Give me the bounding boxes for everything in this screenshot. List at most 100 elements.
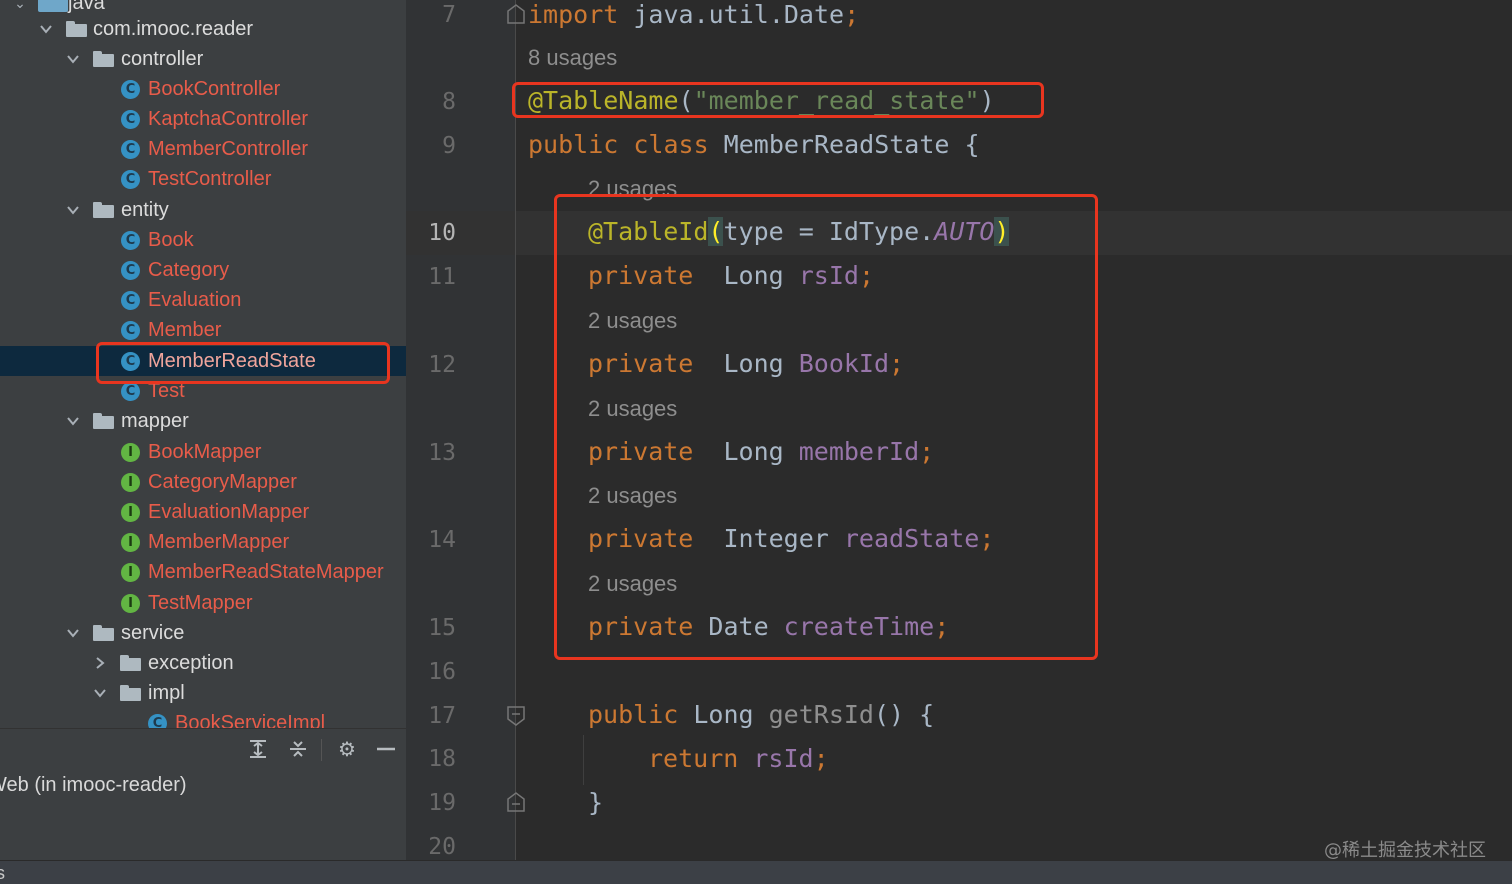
fold-marker-icon[interactable] [507, 706, 525, 726]
tree-item-interface[interactable]: I BookMapper [0, 437, 406, 467]
code-line-13: private Long memberId; [588, 437, 934, 466]
line-number: 10 [428, 220, 456, 246]
code-text: type = IdType. [723, 217, 935, 246]
line-number: 17 [428, 703, 456, 729]
tree-item-label: Evaluation [148, 288, 242, 311]
usages-hint[interactable]: 2 usages [588, 571, 677, 597]
package-folder-icon [93, 202, 114, 218]
run-config-label[interactable]: Web (in imooc-reader) [0, 774, 187, 797]
field-name: rsId [798, 261, 859, 290]
expand-all-icon[interactable] [246, 737, 270, 761]
tree-item-label: entity [121, 198, 169, 221]
enum-constant: AUTO [934, 217, 995, 246]
usages-hint[interactable]: 2 usages [588, 176, 677, 202]
chevron-down-icon[interactable] [65, 413, 81, 429]
tree-item-class[interactable]: C BookController [0, 74, 406, 104]
tree-item-class[interactable]: C Category [0, 255, 406, 285]
tree-item-class-selected[interactable]: C MemberReadState [0, 346, 406, 376]
usages-hint[interactable]: 2 usages [588, 308, 677, 334]
tree-item-interface[interactable]: I EvaluationMapper [0, 497, 406, 527]
fold-marker-icon[interactable] [507, 4, 525, 24]
tree-item-class[interactable]: C Book [0, 225, 406, 255]
tree-item-package[interactable]: com.imooc.reader [0, 14, 406, 44]
line-number: 9 [442, 133, 456, 159]
class-icon: C [121, 109, 140, 129]
code-line-9: public class MemberReadState { [528, 130, 980, 159]
code-line-19: } [588, 788, 603, 817]
class-icon: C [148, 713, 167, 728]
tree-item-label: service [121, 621, 185, 644]
line-number: 14 [428, 527, 456, 553]
collapse-all-icon[interactable] [286, 737, 310, 761]
tree-item-label: CategoryMapper [148, 470, 297, 493]
tree-item-label: controller [121, 47, 204, 70]
type-name: Long [678, 700, 769, 729]
line-number: 13 [428, 440, 456, 466]
tree-item-package[interactable]: service [0, 618, 406, 648]
tree-item-label: MemberReadStateMapper [148, 560, 384, 583]
tree-item-interface[interactable]: I MemberMapper [0, 527, 406, 557]
class-icon: C [121, 290, 140, 310]
class-icon: C [121, 230, 140, 250]
tree-item-label: Book [148, 228, 194, 251]
watermark: @稀土掘金技术社区 [1324, 840, 1486, 861]
minimize-icon[interactable] [374, 737, 398, 761]
usages-hint[interactable]: 2 usages [588, 483, 677, 509]
tree-item-class[interactable]: C BookServiceImpl [0, 708, 406, 728]
tree-item-interface[interactable]: I MemberReadStateMapper [0, 557, 406, 587]
code-text: ( [678, 86, 694, 115]
code-line-12: private Long BookId; [588, 349, 904, 378]
tree-item-package[interactable]: entity [0, 195, 406, 225]
chevron-down-icon[interactable]: ⌄ [12, 0, 28, 11]
tree-item-package[interactable]: exception [0, 648, 406, 678]
class-icon: C [121, 351, 140, 371]
field-name: createTime [783, 612, 935, 641]
tree-item-label: TestMapper [148, 591, 253, 614]
tree-item-class[interactable]: C MemberController [0, 134, 406, 164]
usages-hint[interactable]: 2 usages [588, 396, 677, 422]
tree-item-label: BookServiceImpl [175, 711, 326, 729]
type-name: Long [693, 261, 799, 290]
tree-item-label: Test [148, 379, 185, 402]
tree-item-class[interactable]: C TestController [0, 164, 406, 194]
line-number: 8 [442, 89, 456, 115]
semicolon: ; [889, 349, 905, 378]
gear-icon[interactable]: ⚙ [335, 737, 359, 761]
code-line-15: private Date createTime; [588, 612, 949, 641]
fold-marker-icon[interactable] [507, 792, 525, 812]
chevron-right-icon[interactable] [92, 655, 108, 671]
chevron-down-icon[interactable] [65, 202, 81, 218]
chevron-down-icon[interactable] [65, 51, 81, 67]
tree-item-class[interactable]: C Evaluation [0, 285, 406, 315]
keyword: return [648, 744, 739, 773]
keyword: import [528, 0, 619, 29]
code-text: ) [979, 86, 995, 115]
code-text: MemberReadState { [708, 130, 980, 159]
semicolon: ; [934, 612, 950, 641]
field-name: BookId [798, 349, 890, 378]
chevron-down-icon[interactable] [38, 21, 54, 37]
code-editor[interactable] [516, 0, 1512, 860]
tree-item-label: MemberController [148, 137, 309, 160]
usages-hint[interactable]: 8 usages [528, 45, 617, 71]
status-text: s [0, 863, 5, 883]
tree-item-interface[interactable]: I CategoryMapper [0, 467, 406, 497]
type-name: Integer [693, 524, 844, 553]
package-folder-icon [66, 21, 87, 37]
tree-item-class[interactable]: C Member [0, 315, 406, 345]
chevron-down-icon[interactable] [65, 625, 81, 641]
tree-item-package[interactable]: controller [0, 44, 406, 74]
chevron-down-icon[interactable] [92, 685, 108, 701]
tree-item-interface[interactable]: I TestMapper [0, 588, 406, 618]
tree-item-package[interactable]: mapper [0, 406, 406, 436]
package-folder-icon [93, 625, 114, 641]
interface-icon: I [121, 562, 140, 582]
field-name: memberId [798, 437, 920, 466]
tree-item-class[interactable]: C Test [0, 376, 406, 406]
editor-gutter [406, 0, 516, 860]
tree-item-class[interactable]: C KaptchaController [0, 104, 406, 134]
tree-item-package[interactable]: impl [0, 678, 406, 708]
keyword: private [588, 437, 694, 466]
line-number: 16 [428, 659, 456, 685]
tree-item-label: TestController [148, 167, 272, 190]
